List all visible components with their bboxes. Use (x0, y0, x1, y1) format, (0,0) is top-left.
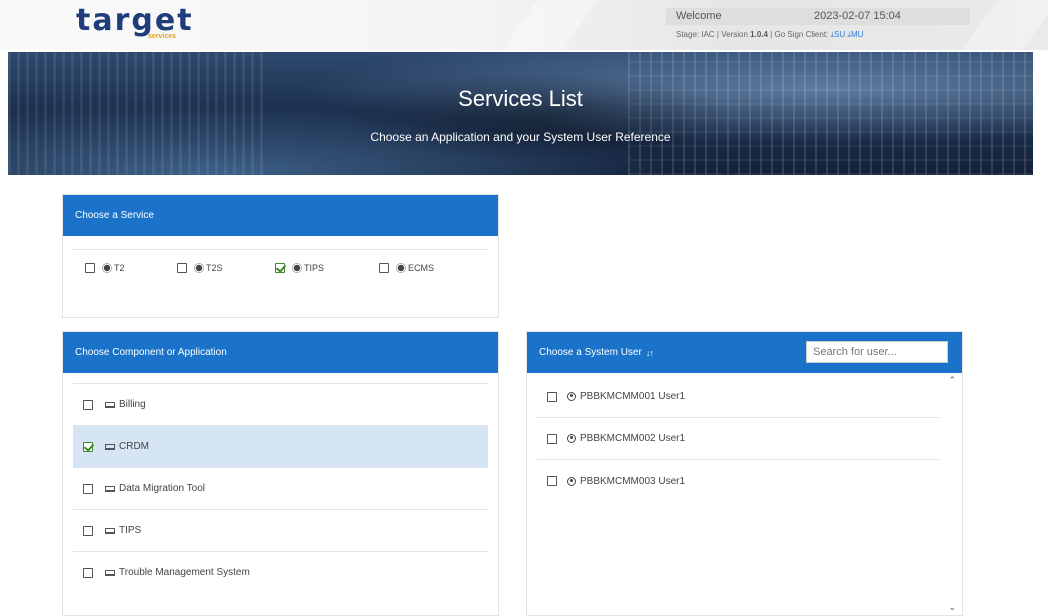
mu-link-label: MU (850, 30, 864, 39)
gear-icon (397, 264, 405, 272)
laptop-icon (105, 401, 115, 408)
download-su-link[interactable]: ⤓SU (831, 30, 846, 39)
scroll-down-icon[interactable]: ⌄ (948, 602, 956, 613)
user-label: PBBKMCMM001 User1 (580, 391, 686, 402)
user-checkbox[interactable] (547, 391, 557, 402)
user-checkbox[interactable] (547, 476, 557, 486)
service-option-t2[interactable]: T2 (85, 263, 125, 273)
service-option-tips[interactable]: TIPS (275, 263, 324, 273)
logo-subtext: services (148, 33, 177, 40)
download-mu-link[interactable]: ⤓MU (847, 30, 863, 39)
component-item-data-migration-tool[interactable]: Data Migration Tool (73, 467, 488, 509)
page-title: Services List (458, 86, 583, 111)
scroll-up-icon[interactable]: ⌃ (948, 375, 956, 386)
gear-icon (195, 264, 203, 272)
stage-info: Stage: IAC | Version 1.0.4 | Go Sign Cli… (676, 30, 863, 40)
user-circle-icon (567, 476, 576, 486)
user-item-002[interactable]: PBBKMCMM002 User1 (537, 418, 939, 460)
laptop-icon (105, 527, 115, 534)
service-option-t2s[interactable]: T2S (177, 263, 223, 273)
component-label: CRDM (119, 441, 149, 452)
target-logo[interactable]: target services (76, 4, 194, 44)
service-panel-heading: Choose a Service (63, 195, 498, 236)
component-checkbox[interactable] (83, 483, 93, 494)
service-panel: Choose a Service T2 T2S TIPS ECMS (62, 194, 499, 318)
welcome-bar: Welcome 2023-02-07 15:04 (666, 8, 970, 25)
su-link-label: SU (834, 30, 846, 39)
user-circle-icon (567, 434, 576, 443)
user-circle-icon (567, 392, 576, 401)
component-panel: Choose Component or Application Billing … (62, 331, 499, 616)
component-item-tips[interactable]: TIPS (73, 509, 488, 551)
component-label: Data Migration Tool (119, 483, 205, 494)
go-sign-label: | Go Sign Client: (770, 30, 829, 39)
version-text: 1.0.4 (750, 30, 768, 39)
laptop-icon (105, 569, 115, 576)
service-option-ecms[interactable]: ECMS (379, 263, 434, 273)
component-checkbox[interactable] (83, 399, 93, 410)
component-label: Billing (119, 399, 146, 410)
service-options: T2 T2S TIPS ECMS (73, 249, 488, 285)
component-item-crdm[interactable]: CRDM (73, 425, 488, 467)
datetime-text: 2023-02-07 15:04 (814, 10, 901, 22)
component-checkbox[interactable] (83, 525, 93, 536)
component-checkbox-checked[interactable] (83, 441, 93, 452)
gear-icon (103, 264, 111, 272)
system-user-list: PBBKMCMM001 User1 PBBKMCMM002 User1 PBBK… (537, 376, 939, 502)
service-label: T2 (114, 263, 125, 273)
laptop-icon (105, 443, 115, 450)
user-label: PBBKMCMM002 User1 (580, 433, 686, 444)
service-checkbox[interactable] (85, 263, 95, 273)
service-checkbox[interactable] (379, 263, 389, 273)
gear-icon (293, 264, 301, 272)
header-decoration (962, 0, 1048, 50)
top-bar: target services Welcome 2023-02-07 15:04… (0, 0, 1048, 50)
component-item-trouble-management-system[interactable]: Trouble Management System (73, 551, 488, 593)
banner-decoration (8, 52, 268, 175)
welcome-text: Welcome (676, 10, 722, 22)
sort-alpha-icon[interactable]: ↓↑ (646, 348, 654, 358)
user-item-001[interactable]: PBBKMCMM001 User1 (537, 376, 939, 418)
system-user-panel: Choose a System User ↓↑ ⌃ PBBKMCMM001 Us… (526, 331, 963, 616)
laptop-icon (105, 485, 115, 492)
user-checkbox[interactable] (547, 433, 557, 444)
service-label: ECMS (408, 263, 435, 273)
search-user-input[interactable] (806, 341, 948, 363)
user-item-003[interactable]: PBBKMCMM003 User1 (537, 460, 939, 502)
service-checkbox-checked[interactable] (275, 263, 285, 273)
service-checkbox[interactable] (177, 263, 187, 273)
component-panel-heading: Choose Component or Application (63, 332, 498, 373)
page-subtitle: Choose an Application and your System Us… (370, 130, 671, 144)
component-label: TIPS (119, 525, 142, 536)
system-user-heading-text: Choose a System User (539, 347, 642, 358)
hero-banner: Services List Choose an Application and … (8, 52, 1033, 175)
component-item-billing[interactable]: Billing (73, 383, 488, 425)
component-label: Trouble Management System (119, 567, 250, 578)
component-checkbox[interactable] (83, 567, 93, 578)
header-decoration (502, 0, 598, 50)
service-label: TIPS (304, 263, 325, 273)
component-list: Billing CRDM Data Migration Tool TIPS Tr… (73, 383, 488, 593)
service-label: T2S (206, 263, 223, 273)
stage-label: Stage: IAC | Version (676, 30, 748, 39)
user-label: PBBKMCMM003 User1 (580, 475, 686, 487)
